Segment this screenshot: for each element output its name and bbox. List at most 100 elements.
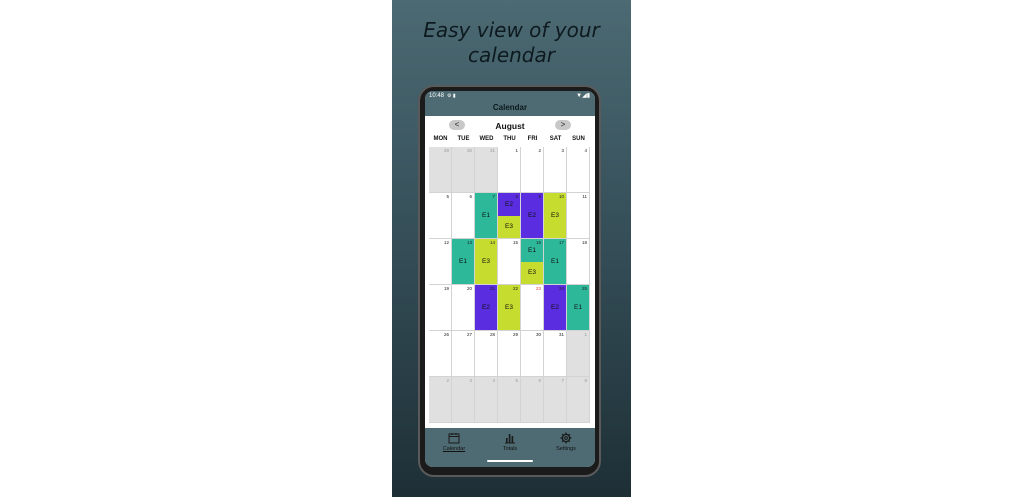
day-cell[interactable]: 4 [567, 147, 590, 193]
headline-line-1: Easy view of your [423, 18, 600, 42]
day-cell[interactable]: E1 25 [567, 285, 590, 331]
day-number: 1 [515, 148, 518, 153]
day-cell[interactable]: 6 [521, 377, 544, 423]
day-number: 16 [535, 240, 541, 245]
nav-settings[interactable]: Settings [546, 432, 586, 452]
day-cell[interactable]: 23 [521, 285, 544, 331]
weekday-header: MON TUE WED THU FRI SAT SUN [429, 136, 590, 146]
event-block[interactable]: E1 [452, 239, 474, 284]
day-number: 4 [584, 148, 587, 153]
day-number: 30 [535, 332, 541, 337]
day-number: 24 [558, 286, 564, 291]
weekday-label: SAT [549, 136, 562, 142]
day-cell[interactable]: 3 [544, 147, 567, 193]
headline-line-2: calendar [468, 43, 555, 67]
prev-month-button[interactable]: < [449, 120, 465, 130]
nav-totals[interactable]: Totals [490, 432, 530, 452]
day-cell[interactable]: 2 [521, 147, 544, 193]
day-number: 9 [538, 194, 541, 199]
day-number: 31 [558, 332, 564, 337]
bottom-navigation: Calendar Totals Settings [425, 428, 595, 467]
day-number: 31 [489, 148, 495, 153]
day-cell[interactable]: 6 [452, 193, 475, 239]
day-cell[interactable]: 7 [544, 377, 567, 423]
day-number: 5 [446, 194, 449, 199]
day-number: 8 [515, 194, 518, 199]
event-block[interactable]: E1 [475, 193, 497, 238]
day-cell[interactable]: 30 [452, 147, 475, 193]
next-month-button[interactable]: > [555, 120, 571, 130]
day-cell[interactable]: 28 [475, 331, 498, 377]
day-cell[interactable]: E3 10 [544, 193, 567, 239]
day-cell[interactable]: 1 [498, 147, 521, 193]
calendar-grid: 29 30 31 1 2 3 4 5 6 E1 7 E2 E3 8 E2 9 E3 10 11 12 E1 13 E3 14 1… [429, 147, 590, 423]
day-number: 8 [584, 378, 587, 383]
day-cell[interactable]: 29 [429, 147, 452, 193]
day-cell[interactable]: 15 [498, 239, 521, 285]
event-block[interactable]: E3 [521, 261, 543, 284]
day-cell[interactable]: 2 [429, 377, 452, 423]
day-cell[interactable]: 31 [475, 147, 498, 193]
event-block[interactable]: E3 [498, 215, 520, 238]
day-cell[interactable]: 12 [429, 239, 452, 285]
day-cell[interactable]: E3 22 [498, 285, 521, 331]
day-number: 11 [582, 194, 587, 199]
day-cell[interactable]: 19 [429, 285, 452, 331]
nav-totals-label: Totals [502, 446, 518, 452]
day-number: 5 [515, 378, 518, 383]
day-cell[interactable]: 30 [521, 331, 544, 377]
day-number: 13 [466, 240, 472, 245]
day-cell[interactable]: 4 [475, 377, 498, 423]
day-cell[interactable]: E1 7 [475, 193, 498, 239]
status-bar: 10:48 ⚙ ▮ ▼◢▮ [425, 91, 595, 102]
day-number: 30 [466, 148, 472, 153]
phone-screen: 10:48 ⚙ ▮ ▼◢▮ Calendar < August > MON TUE… [425, 91, 595, 467]
day-cell[interactable]: 5 [498, 377, 521, 423]
day-cell[interactable]: 27 [452, 331, 475, 377]
day-cell[interactable]: E1 E3 16 [521, 239, 544, 285]
day-cell[interactable]: 1 [567, 331, 590, 377]
day-number: 7 [492, 194, 495, 199]
day-number: 10 [558, 194, 564, 199]
event-block[interactable]: E1 [544, 239, 566, 284]
event-block[interactable]: E2 [544, 285, 566, 330]
event-block[interactable]: E2 [521, 193, 543, 238]
event-block[interactable]: E3 [544, 193, 566, 238]
weekday-label: WED [479, 136, 494, 142]
day-cell[interactable]: E2 E3 8 [498, 193, 521, 239]
day-number: 12 [443, 240, 449, 245]
event-block[interactable]: E1 [567, 285, 589, 330]
headline: Easy view of your calendar [392, 18, 631, 68]
day-number: 17 [558, 240, 564, 245]
day-cell[interactable]: E2 9 [521, 193, 544, 239]
day-number: 14 [489, 240, 495, 245]
day-cell[interactable]: 29 [498, 331, 521, 377]
nav-settings-label: Settings [556, 446, 576, 452]
day-cell[interactable]: E2 21 [475, 285, 498, 331]
day-number: 18 [581, 240, 587, 245]
day-number: 6 [538, 378, 541, 383]
event-block[interactable]: E3 [475, 239, 497, 284]
day-number: 2 [446, 378, 449, 383]
day-cell[interactable]: 8 [567, 377, 590, 423]
day-cell[interactable]: 11 [567, 193, 590, 239]
day-cell[interactable]: E3 14 [475, 239, 498, 285]
day-cell[interactable]: 31 [544, 331, 567, 377]
event-block[interactable]: E3 [498, 285, 520, 330]
day-cell[interactable]: E2 24 [544, 285, 567, 331]
day-cell[interactable]: 18 [567, 239, 590, 285]
month-title: August [495, 121, 525, 131]
day-cell[interactable]: 20 [452, 285, 475, 331]
day-cell[interactable]: 3 [452, 377, 475, 423]
nav-calendar[interactable]: Calendar [434, 432, 474, 452]
day-cell[interactable]: E1 17 [544, 239, 567, 285]
day-cell[interactable]: 26 [429, 331, 452, 377]
month-header: < August > [425, 116, 595, 136]
notification-icons: ⚙ ▮ [447, 93, 456, 99]
day-cell[interactable]: E1 13 [452, 239, 475, 285]
home-indicator[interactable] [487, 460, 533, 462]
day-number: 6 [469, 194, 472, 199]
event-block[interactable]: E2 [475, 285, 497, 330]
day-number: 3 [561, 148, 564, 153]
day-cell[interactable]: 5 [429, 193, 452, 239]
